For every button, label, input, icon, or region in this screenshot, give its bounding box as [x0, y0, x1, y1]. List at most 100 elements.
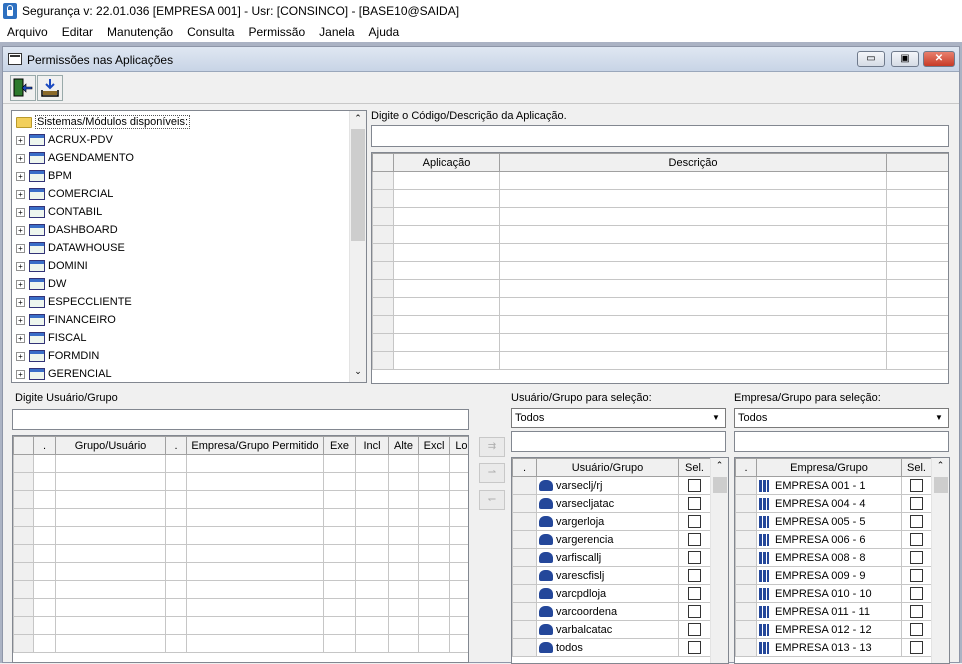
grid-cell[interactable] — [186, 472, 324, 491]
grid-cell[interactable] — [13, 598, 34, 617]
grid-cell[interactable] — [372, 315, 394, 334]
add-button[interactable]: ⇀ — [479, 463, 505, 483]
expand-plus-icon[interactable]: + — [16, 171, 25, 181]
grid-cell[interactable] — [186, 598, 324, 617]
grid-cell[interactable] — [393, 261, 500, 280]
perm-header-incl[interactable]: Incl — [355, 436, 389, 455]
grid-cell[interactable] — [499, 279, 887, 298]
grid-cell[interactable] — [165, 472, 187, 491]
scroll-up-icon[interactable]: ⌃ — [711, 460, 728, 474]
grid-cell[interactable] — [55, 526, 166, 545]
item-cell[interactable]: EMPRESA 011 - 11 — [756, 602, 902, 621]
menu-arquivo[interactable]: Arquivo — [7, 22, 48, 42]
grid-cell[interactable] — [186, 580, 324, 599]
grid-cell[interactable] — [388, 634, 419, 653]
grid-cell[interactable] — [33, 616, 56, 635]
tree-item[interactable]: + DATAWHOUSE — [16, 239, 125, 257]
save-button[interactable] — [37, 75, 63, 101]
tree-item[interactable]: + CONTABIL — [16, 203, 102, 221]
grid-cell[interactable] — [499, 261, 887, 280]
user-search-input[interactable] — [12, 409, 469, 430]
grid-cell[interactable] — [355, 508, 389, 527]
grid-cell[interactable] — [388, 526, 419, 545]
item-cell[interactable]: varfiscallj — [536, 548, 679, 567]
list-item[interactable]: varseclj/rj — [512, 476, 711, 495]
list-item[interactable]: EMPRESA 010 - 10 — [735, 584, 932, 603]
grid-cell[interactable] — [372, 171, 394, 190]
chevron-down-icon[interactable]: ▼ — [708, 410, 724, 426]
user-header-dot[interactable]: . — [512, 458, 537, 477]
company-header-dot[interactable]: . — [735, 458, 757, 477]
perm-grid-row[interactable] — [13, 634, 468, 653]
grid-cell[interactable] — [165, 454, 187, 473]
grid-cell[interactable] — [393, 315, 500, 334]
app-grid-row[interactable] — [372, 243, 948, 262]
grid-cell[interactable] — [499, 351, 887, 370]
grid-cell[interactable] — [449, 508, 468, 527]
select-checkbox[interactable] — [688, 533, 701, 546]
expand-plus-icon[interactable]: + — [16, 135, 25, 145]
sel-cell[interactable] — [678, 548, 711, 567]
sel-cell[interactable] — [901, 638, 932, 657]
select-checkbox[interactable] — [688, 641, 701, 654]
user-filter-input[interactable] — [511, 431, 726, 452]
company-filter-input[interactable] — [734, 431, 949, 452]
grid-cell[interactable] — [323, 634, 356, 653]
perm-grid-row[interactable] — [13, 508, 468, 527]
grid-cell[interactable] — [886, 279, 948, 298]
select-checkbox[interactable] — [910, 515, 923, 528]
expand-plus-icon[interactable]: + — [16, 207, 25, 217]
grid-cell[interactable] — [886, 171, 948, 190]
perm-grid-row[interactable] — [13, 616, 468, 635]
grid-cell[interactable] — [499, 207, 887, 226]
sel-cell[interactable] — [678, 566, 711, 585]
grid-cell[interactable] — [186, 562, 324, 581]
grid-cell[interactable] — [388, 616, 419, 635]
grid-cell[interactable] — [165, 562, 187, 581]
grid-cell[interactable] — [449, 562, 468, 581]
grid-cell[interactable] — [449, 454, 468, 473]
grid-cell[interactable] — [418, 526, 450, 545]
list-item[interactable]: EMPRESA 009 - 9 — [735, 566, 932, 585]
grid-cell[interactable] — [499, 333, 887, 352]
grid-cell[interactable] — [186, 508, 324, 527]
tree-scroll-thumb[interactable] — [351, 129, 365, 241]
perm-header-excl[interactable]: Excl — [418, 436, 450, 455]
menu-ajuda[interactable]: Ajuda — [369, 22, 400, 42]
list-item[interactable]: EMPRESA 005 - 5 — [735, 512, 932, 531]
tree-scrollbar[interactable]: ⌃ ⌄ — [349, 111, 366, 382]
grid-cell[interactable] — [55, 562, 166, 581]
grid-cell[interactable] — [418, 598, 450, 617]
perm-grid-row[interactable] — [13, 526, 468, 545]
grid-cell[interactable] — [323, 490, 356, 509]
grid-cell[interactable] — [372, 243, 394, 262]
grid-cell[interactable] — [388, 454, 419, 473]
remove-button[interactable]: ↽ — [479, 490, 505, 510]
app-grid-row[interactable] — [372, 189, 948, 208]
grid-cell[interactable] — [33, 544, 56, 563]
expand-plus-icon[interactable]: + — [16, 189, 25, 199]
sel-cell[interactable] — [678, 602, 711, 621]
item-cell[interactable]: varcoordena — [536, 602, 679, 621]
grid-cell[interactable] — [355, 598, 389, 617]
grid-cell[interactable] — [418, 508, 450, 527]
grid-cell[interactable] — [55, 580, 166, 599]
sel-cell[interactable] — [901, 476, 932, 495]
sel-cell[interactable] — [678, 494, 711, 513]
menu-janela[interactable]: Janela — [319, 22, 354, 42]
expand-plus-icon[interactable]: + — [16, 261, 25, 271]
select-checkbox[interactable] — [910, 587, 923, 600]
grid-cell[interactable] — [13, 616, 34, 635]
grid-cell[interactable] — [13, 508, 34, 527]
grid-cell[interactable] — [499, 171, 887, 190]
company-header-empresa-grupo[interactable]: Empresa/Grupo — [756, 458, 902, 477]
app-grid-row[interactable] — [372, 333, 948, 352]
grid-cell[interactable] — [393, 207, 500, 226]
menu-editar[interactable]: Editar — [62, 22, 93, 42]
chevron-down-icon[interactable]: ▼ — [931, 410, 947, 426]
grid-cell[interactable] — [33, 508, 56, 527]
sel-cell[interactable] — [901, 566, 932, 585]
select-checkbox[interactable] — [910, 605, 923, 618]
grid-cell[interactable] — [33, 562, 56, 581]
grid-cell[interactable] — [323, 454, 356, 473]
